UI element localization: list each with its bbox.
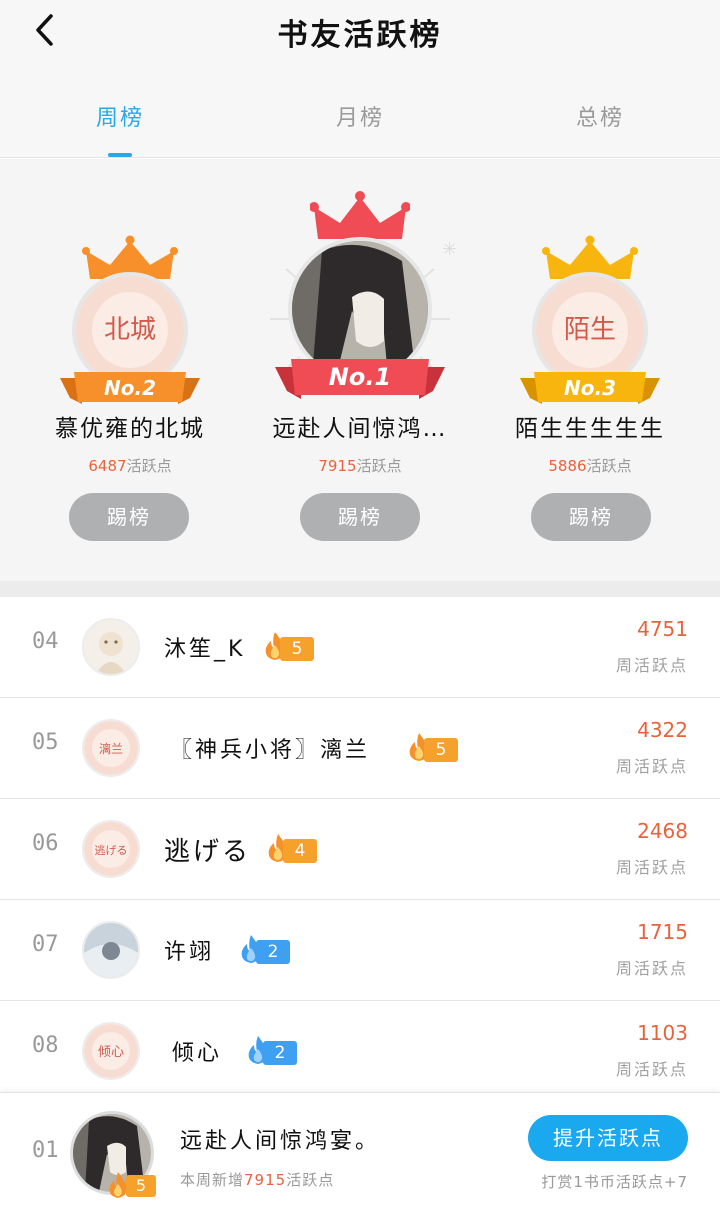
user-name: 许翊 bbox=[164, 940, 215, 965]
user-name: 逃げる bbox=[164, 837, 252, 867]
score-value: 4322 bbox=[637, 718, 688, 742]
rank-label: No.1 bbox=[328, 363, 392, 391]
avatar[interactable]: 逃げる bbox=[82, 820, 140, 878]
points-unit: 活跃点 bbox=[126, 457, 172, 475]
podium-second: 北城 No.2 慕优雍的北城 6487活跃点 踢榜 bbox=[20, 159, 240, 579]
rank-number: 05 bbox=[32, 730, 59, 755]
tab-monthly[interactable]: 月榜 bbox=[240, 60, 480, 157]
podium-name: 慕优雍的北城 bbox=[55, 416, 205, 442]
kick-button[interactable]: 踢榜 bbox=[300, 493, 420, 541]
kick-button[interactable]: 踢榜 bbox=[531, 493, 651, 541]
podium-third: 陌生 No.3 陌生生生生生 5886活跃点 踢榜 bbox=[480, 159, 700, 579]
list-item[interactable]: 04 沐笙_K 5 4751 周活跃点 bbox=[0, 597, 720, 698]
tab-label: 总榜 bbox=[575, 106, 624, 131]
ranking-list: 04 沐笙_K 5 4751 周活跃点 05 漓兰 〖神兵小将〗漓兰 5 432… bbox=[0, 597, 720, 1102]
avatar[interactable] bbox=[82, 618, 140, 676]
page-title: 书友活跃榜 bbox=[277, 18, 443, 53]
gain-suffix: 活跃点 bbox=[286, 1171, 335, 1189]
rank-label: No.3 bbox=[564, 376, 616, 400]
crown-icon bbox=[310, 191, 410, 239]
podium-points: 6487活跃点 bbox=[20, 455, 240, 476]
rank-number: 06 bbox=[32, 831, 59, 856]
podium-points: 7915活跃点 bbox=[250, 455, 470, 476]
podium-name: 远赴人间惊鸿… bbox=[272, 416, 448, 442]
rank-ribbon: No.3 bbox=[520, 368, 660, 408]
podium-first: ✳ No.1 远赴人间惊鸿… 7915活跃点 踢榜 bbox=[250, 159, 470, 579]
level-value: 2 bbox=[256, 940, 290, 964]
kick-button[interactable]: 踢榜 bbox=[69, 493, 189, 541]
svg-text:✳: ✳ bbox=[442, 239, 457, 260]
list-item[interactable]: 07 许翊 2 1715 周活跃点 bbox=[0, 900, 720, 1001]
avatar-text: 北城 bbox=[104, 315, 156, 345]
level-value: 4 bbox=[283, 839, 317, 863]
rank-number: 08 bbox=[32, 1033, 59, 1058]
rank-number: 07 bbox=[32, 932, 59, 957]
score-label: 周活跃点 bbox=[615, 858, 688, 877]
podium-points: 5886活跃点 bbox=[480, 455, 700, 476]
tab-total[interactable]: 总榜 bbox=[480, 60, 720, 157]
score-value: 4751 bbox=[637, 617, 688, 641]
weekly-gain: 本周新增7915活跃点 bbox=[180, 1169, 334, 1190]
tab-indicator bbox=[108, 153, 132, 157]
score-label: 周活跃点 bbox=[615, 757, 688, 776]
list-item[interactable]: 08 倾心 倾心 2 1103 周活跃点 bbox=[0, 1001, 720, 1102]
avatar-text: 逃げる bbox=[95, 844, 128, 857]
list-item[interactable]: 05 漓兰 〖神兵小将〗漓兰 5 4322 周活跃点 bbox=[0, 698, 720, 799]
level-value: 2 bbox=[263, 1041, 297, 1065]
level-value: 5 bbox=[424, 738, 458, 762]
score-value: 1715 bbox=[637, 920, 688, 944]
user-name: 远赴人间惊鸿宴。 bbox=[180, 1129, 381, 1154]
points-value: 7915 bbox=[318, 457, 357, 475]
tab-label: 周榜 bbox=[95, 106, 144, 131]
avatar-text: 倾心 bbox=[98, 1045, 124, 1060]
rank-label: No.2 bbox=[104, 376, 156, 400]
user-name: 倾心 bbox=[172, 1041, 223, 1066]
rank-ribbon: No.2 bbox=[60, 368, 200, 408]
points-value: 6487 bbox=[88, 457, 127, 475]
header: 书友活跃榜 bbox=[0, 0, 720, 60]
score-value: 1103 bbox=[637, 1021, 688, 1045]
reward-tip: 打赏1书币活跃点+7 bbox=[541, 1173, 688, 1191]
avatar-text: 漓兰 bbox=[99, 741, 123, 756]
user-name: 沐笙_K bbox=[164, 637, 246, 662]
avatar-text: 陌生 bbox=[564, 315, 616, 345]
tab-label: 月榜 bbox=[335, 106, 384, 131]
tab-weekly[interactable]: 周榜 bbox=[0, 60, 240, 157]
podium: 北城 No.2 慕优雍的北城 6487活跃点 踢榜 ✳ No.1 远赴人间惊鸿…… bbox=[0, 159, 720, 581]
avatar[interactable]: 倾心 bbox=[82, 1022, 140, 1080]
score-label: 周活跃点 bbox=[615, 959, 688, 978]
avatar[interactable] bbox=[82, 921, 140, 979]
points-unit: 活跃点 bbox=[356, 457, 402, 475]
points-unit: 活跃点 bbox=[586, 457, 632, 475]
level-value: 5 bbox=[126, 1175, 156, 1197]
rank-number: 04 bbox=[32, 629, 59, 654]
score-value: 2468 bbox=[637, 819, 688, 843]
gain-value: 7915 bbox=[244, 1171, 287, 1189]
user-name: 〖神兵小将〗漓兰 bbox=[170, 738, 371, 763]
podium-name: 陌生生生生生 bbox=[515, 416, 665, 442]
score-label: 周活跃点 bbox=[615, 656, 688, 675]
list-item[interactable]: 06 逃げる 逃げる 4 2468 周活跃点 bbox=[0, 799, 720, 900]
score-label: 周活跃点 bbox=[615, 1060, 688, 1079]
level-value: 5 bbox=[280, 637, 314, 661]
boost-activity-button[interactable]: 提升活跃点 bbox=[528, 1115, 688, 1161]
points-value: 5886 bbox=[548, 457, 587, 475]
rank-ribbon: No.1 bbox=[275, 355, 445, 403]
section-divider bbox=[0, 581, 720, 597]
my-rank-bar: 01 5 远赴人间惊鸿宴。 本周新增7915活跃点 提升活跃点 打赏1书币活跃点… bbox=[0, 1092, 720, 1212]
rank-number: 01 bbox=[32, 1138, 59, 1163]
gain-prefix: 本周新增 bbox=[180, 1171, 245, 1189]
tab-bar: 周榜 月榜 总榜 bbox=[0, 60, 720, 158]
avatar[interactable]: 漓兰 bbox=[82, 719, 140, 777]
